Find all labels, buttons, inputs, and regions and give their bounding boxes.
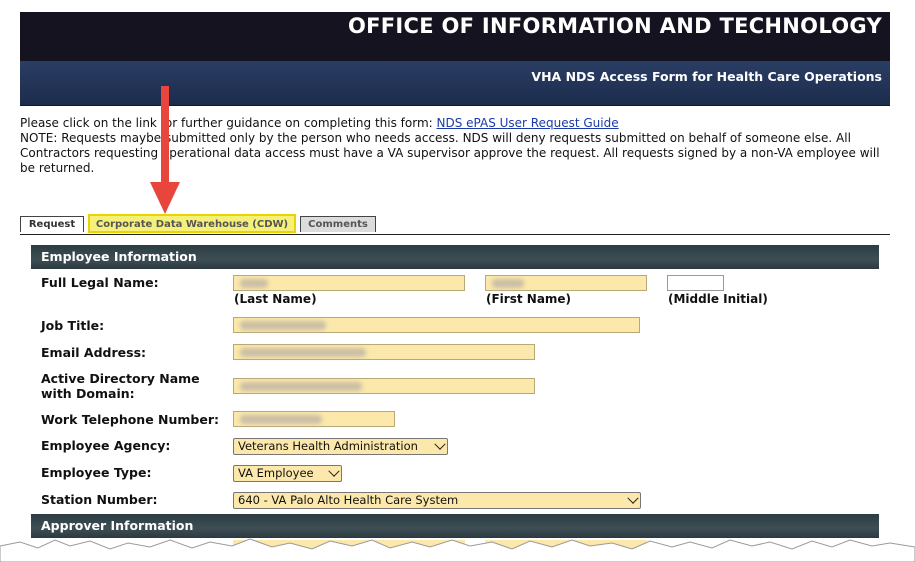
station-value: 640 - VA Palo Alto Health Care System [238, 493, 459, 507]
ad-name-label-line1: Active Directory Name [41, 371, 200, 386]
middle-initial-input[interactable] [667, 275, 724, 291]
email-label: Email Address: [41, 345, 147, 360]
redacted-value [492, 279, 524, 288]
redacted-value [240, 348, 366, 357]
station-select[interactable]: 640 - VA Palo Alto Health Care System [233, 492, 641, 509]
form-title: VHA NDS Access Form for Health Care Oper… [531, 69, 882, 84]
tab-comments[interactable]: Comments [300, 216, 376, 232]
chevron-down-icon [627, 492, 639, 504]
employee-type-select[interactable]: VA Employee [233, 465, 342, 482]
torn-edge-decoration [0, 538, 915, 562]
station-label: Station Number: [41, 492, 158, 507]
employee-type-value: VA Employee [238, 466, 314, 480]
full-name-label: Full Legal Name: [41, 275, 159, 290]
tab-cdw[interactable]: Corporate Data Warehouse (CDW) [88, 214, 296, 233]
ad-name-label: Active Directory Name with Domain: [41, 371, 200, 401]
redacted-value [240, 279, 268, 288]
phone-input[interactable] [233, 411, 395, 427]
phone-label: Work Telephone Number: [41, 412, 220, 427]
email-input[interactable] [233, 344, 535, 360]
header-banner: OFFICE OF INFORMATION AND TECHNOLOGY [20, 12, 890, 61]
ad-name-input[interactable] [233, 378, 535, 394]
chevron-down-icon [434, 438, 446, 450]
chevron-down-icon [328, 465, 340, 477]
agency-label: Employee Agency: [41, 438, 171, 453]
job-title-input[interactable] [233, 317, 640, 333]
ad-name-label-line2: with Domain: [41, 386, 135, 401]
first-name-caption: (First Name) [486, 292, 572, 306]
employee-type-label: Employee Type: [41, 465, 152, 480]
intro-note: NOTE: Requests maybe submitted only by t… [20, 131, 880, 175]
user-guide-link[interactable]: NDS ePAS User Request Guide [436, 116, 618, 130]
last-name-caption: (Last Name) [234, 292, 317, 306]
agency-select[interactable]: Veterans Health Administration [233, 438, 448, 455]
tab-bar: Request Corporate Data Warehouse (CDW) C… [20, 214, 890, 235]
page-title: OFFICE OF INFORMATION AND TECHNOLOGY [347, 14, 882, 38]
redacted-value [240, 415, 322, 424]
red-arrow-icon [150, 86, 180, 214]
last-name-input[interactable] [233, 275, 465, 291]
intro-line: Please click on the link for further gui… [20, 116, 437, 130]
redacted-value [240, 382, 362, 391]
redacted-value [240, 321, 326, 330]
agency-value: Veterans Health Administration [238, 439, 418, 453]
middle-initial-caption: (Middle Initial) [668, 292, 768, 306]
job-title-label: Job Title: [41, 318, 105, 333]
tab-request[interactable]: Request [20, 216, 84, 232]
section-employee-information: Employee Information [31, 245, 879, 269]
first-name-input[interactable] [485, 275, 647, 291]
